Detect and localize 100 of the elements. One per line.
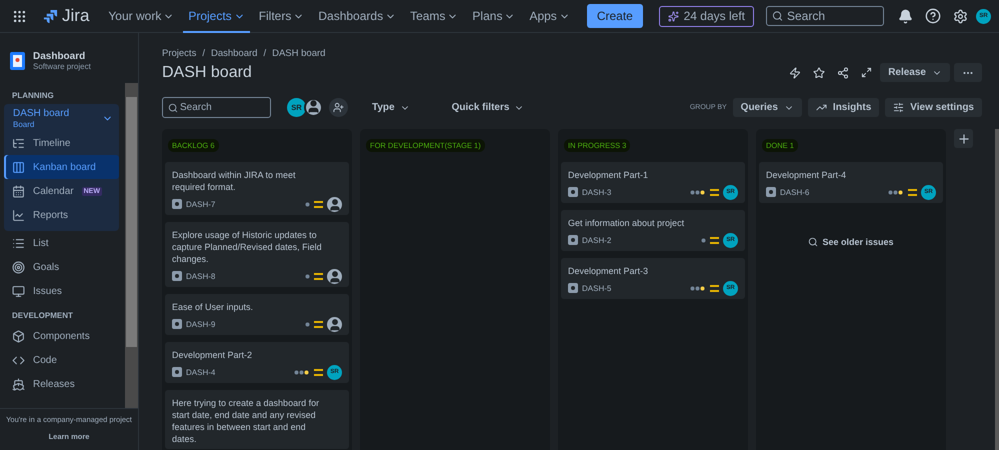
breadcrumb-separator: / (202, 48, 205, 59)
nav-tab[interactable]: Projects (183, 0, 250, 32)
plus-icon (956, 132, 970, 146)
sidebar-item[interactable]: Issues (4, 279, 119, 303)
issue-card[interactable]: Explore usage of Historic updates to capture Planned/Revised dates, Field changes. DASH-8 (165, 222, 349, 287)
card-summary: Here trying to create a dashboard for start date, end date and any revised features in between start and end dates. (172, 397, 320, 445)
release-button[interactable]: Release (880, 63, 950, 82)
search-field[interactable]: Search (162, 97, 271, 118)
priority-icon (314, 368, 323, 376)
sidebar-item[interactable]: Code (4, 348, 119, 372)
calendar-icon (12, 184, 25, 198)
sidebar-item[interactable]: Components (4, 324, 119, 348)
scrollbar[interactable] (125, 83, 138, 408)
issue-key: DASH-7 (186, 200, 216, 208)
issue-key: DASH-2 (582, 236, 612, 244)
card-summary: Get information about project (568, 217, 686, 229)
unassigned-avatar (327, 268, 342, 284)
group-by-dropdown[interactable]: Queries (732, 98, 802, 117)
sidebar-item[interactable]: Reports (4, 203, 119, 227)
list-icon (12, 236, 25, 250)
issue-key: DASH-4 (186, 368, 216, 376)
timeline-icon (12, 136, 25, 150)
see-older-issues-button[interactable]: See older issues (802, 236, 900, 248)
add-column-button[interactable] (954, 129, 973, 148)
issue-key: DASH-5 (582, 284, 612, 292)
page-title: DASH board (162, 64, 252, 82)
priority-icon (314, 320, 323, 328)
sliders-icon (893, 102, 904, 113)
card-summary: Ease of User inputs. (172, 301, 254, 313)
project-name: Dashboard (33, 51, 86, 62)
project-type: Software project (33, 62, 91, 71)
card-summary: Development Part-3 (568, 265, 650, 277)
chart-icon (12, 208, 25, 222)
target-icon (12, 260, 25, 274)
code-icon (12, 354, 25, 366)
nav-tab[interactable]: Filters (254, 0, 310, 32)
priority-icon (314, 200, 323, 208)
sparkle-icon (668, 10, 679, 22)
view-settings-button[interactable]: View settings (885, 98, 982, 117)
task-icon (172, 367, 182, 377)
section-title: PLANNING (11, 90, 55, 102)
type-filter[interactable]: Type (366, 101, 416, 114)
unassigned-avatar (327, 196, 342, 212)
nav-tab[interactable]: Dashboards (313, 0, 402, 32)
task-icon (172, 271, 182, 281)
priority-icon (710, 236, 719, 244)
search-icon (808, 237, 818, 247)
sidebar-item[interactable]: List (4, 231, 119, 255)
task-icon (766, 187, 776, 197)
box-icon (12, 330, 25, 342)
insights-button[interactable]: Insights (808, 98, 880, 117)
sidebar-item[interactable]: Timeline (4, 131, 119, 155)
breadcrumb-link[interactable]: DASH board (272, 48, 326, 59)
card-summary: Development Part-1 (568, 169, 650, 181)
create-button[interactable]: Create (586, 4, 643, 28)
project-icon (10, 52, 25, 70)
quick-filters-button[interactable]: Quick filters (446, 101, 530, 114)
priority-icon (314, 272, 323, 280)
sidebar-item[interactable]: Kanban board (4, 155, 119, 179)
section-title: DEVELOPMENT (11, 310, 74, 322)
priority-icon (908, 188, 917, 196)
nav-tab[interactable]: Your work (103, 0, 180, 32)
sidebar-item[interactable]: Releases (4, 372, 119, 396)
unassigned-avatar (327, 316, 342, 332)
task-icon (568, 235, 578, 245)
search-icon (772, 10, 783, 22)
issue-key: DASH-9 (186, 320, 216, 328)
card-summary: Dashboard within JIRA to meet required format. (172, 169, 297, 193)
nav-tab[interactable]: Plans (467, 0, 520, 32)
breadcrumb-link[interactable]: Projects (162, 48, 196, 59)
task-icon (568, 283, 578, 293)
board-menu-item[interactable]: DASH board Board (4, 104, 119, 131)
columns-icon (12, 160, 25, 174)
issue-card[interactable]: Here trying to create a dashboard for start date, end date and any revised features in between start and end dates. (165, 390, 349, 449)
card-summary: Development Part-2 (172, 349, 254, 361)
task-icon (568, 187, 578, 197)
product-name: Jira (62, 6, 90, 26)
logo-icon (43, 8, 58, 24)
breadcrumb-link[interactable]: Dashboard (210, 48, 258, 59)
breadcrumb-separator: / (263, 48, 266, 59)
task-icon (172, 199, 182, 209)
nav-tab[interactable]: Teams (405, 0, 464, 32)
sidebar-item[interactable]: Goals (4, 255, 119, 279)
monitor-icon (12, 284, 25, 298)
trial-button[interactable]: 24 days left (658, 6, 754, 26)
priority-icon (710, 188, 719, 196)
issue-card[interactable]: Dashboard within JIRA to meet required format. DASH-7 (165, 162, 349, 215)
task-icon (172, 319, 182, 329)
priority-icon (710, 284, 719, 292)
card-summary: Development Part-4 (766, 169, 848, 181)
nav-tab[interactable]: Apps (524, 0, 575, 32)
card-summary: Explore usage of Historic updates to capture Planned/Revised dates, Field changes. (172, 229, 323, 265)
search-field[interactable]: Search (766, 6, 884, 26)
issue-key: DASH-3 (582, 188, 612, 196)
issue-card[interactable]: Ease of User inputs. DASH-9 (165, 294, 349, 335)
search-icon (168, 102, 178, 112)
add-people-button[interactable] (329, 98, 348, 117)
issue-key: DASH-6 (780, 188, 810, 196)
add-user-icon (333, 102, 344, 113)
ship-icon (12, 378, 25, 390)
